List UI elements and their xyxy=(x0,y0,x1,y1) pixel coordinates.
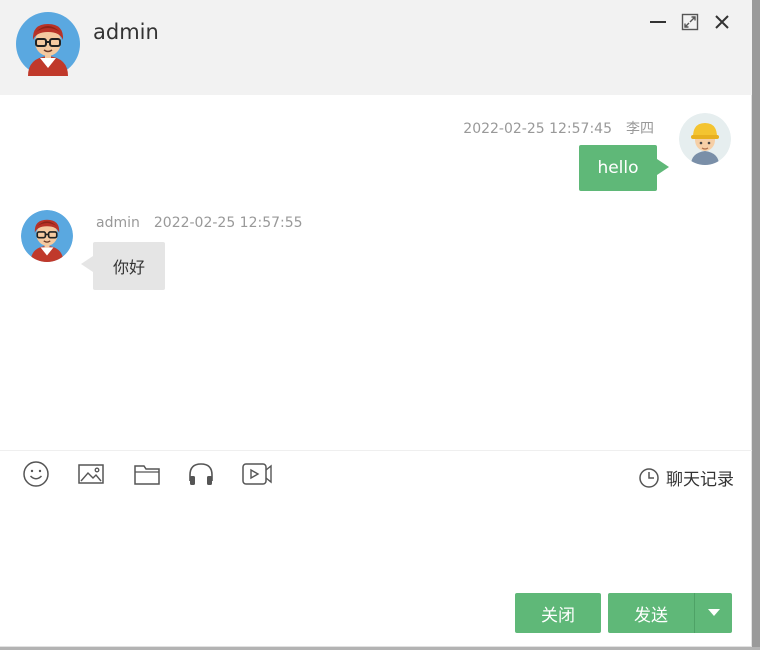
image-icon[interactable] xyxy=(76,459,106,489)
message-bubble-in: 你好 xyxy=(81,242,165,290)
chat-toolbar: 聊天记录 xyxy=(0,450,752,496)
chat-header: admin xyxy=(0,0,752,95)
folder-icon[interactable] xyxy=(132,459,162,489)
admin-avatar-icon xyxy=(21,210,73,262)
close-button[interactable]: 关闭 xyxy=(515,593,601,633)
message-sender: 李四 xyxy=(626,121,654,137)
message-time: 2022-02-25 12:57:55 xyxy=(153,215,303,231)
avatar[interactable] xyxy=(679,113,731,165)
caret-down-icon xyxy=(707,609,720,616)
close-icon[interactable] xyxy=(712,10,732,34)
avatar[interactable] xyxy=(16,12,80,76)
message-input[interactable] xyxy=(0,496,752,586)
window-controls xyxy=(648,10,732,34)
send-button-group: 发送 xyxy=(608,593,732,633)
message-sender: admin xyxy=(96,215,140,231)
footer-buttons: 关闭 发送 xyxy=(515,593,732,633)
message-meta-out: 2022-02-25 12:57:45 李四 xyxy=(463,118,654,138)
maximize-icon[interactable] xyxy=(680,10,700,34)
video-icon[interactable] xyxy=(241,459,272,489)
message-bubble-out: hello xyxy=(579,145,669,191)
message-time: 2022-02-25 12:57:45 xyxy=(463,121,612,137)
worker-avatar-icon xyxy=(679,113,731,165)
avatar[interactable] xyxy=(21,210,73,262)
send-button[interactable]: 发送 xyxy=(608,593,694,633)
send-options-dropdown[interactable] xyxy=(694,593,732,633)
chat-history-label: 聊天记录 xyxy=(666,470,734,490)
message-list: 2022-02-25 12:57:45 李四 hello admin 2022-… xyxy=(0,95,752,450)
chat-history-button[interactable]: 聊天记录 xyxy=(638,465,734,490)
headphones-icon[interactable] xyxy=(186,459,216,489)
emoji-icon[interactable] xyxy=(21,459,51,489)
message-input-area xyxy=(0,496,752,586)
admin-avatar-icon xyxy=(16,12,80,76)
chat-window: admin 2022-02-25 12:57:45 李四 hello admin… xyxy=(0,0,752,647)
chat-title: admin xyxy=(93,20,159,44)
message-meta-in: admin 2022-02-25 12:57:55 xyxy=(96,215,303,231)
window-shadow-right xyxy=(752,0,760,650)
clock-icon xyxy=(639,467,659,488)
minimize-icon[interactable] xyxy=(648,10,668,34)
